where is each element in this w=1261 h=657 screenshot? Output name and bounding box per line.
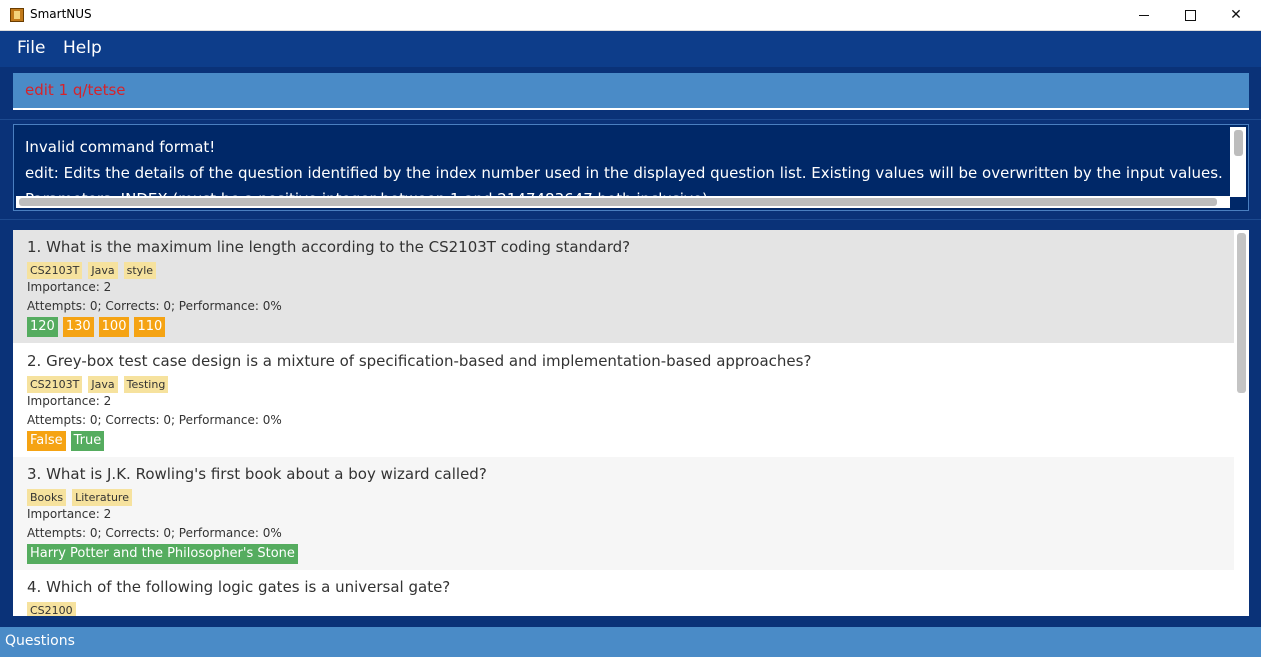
option-list: False True bbox=[27, 431, 105, 451]
importance-label: Importance: 2 bbox=[27, 507, 112, 521]
question-title: 3. What is J.K. Rowling's first book abo… bbox=[27, 465, 487, 483]
question-title: 2. Grey-box test case design is a mixtur… bbox=[27, 352, 812, 370]
result-line-2: edit: Edits the details of the question … bbox=[25, 164, 1223, 182]
result-line-1: Invalid command format! bbox=[25, 138, 216, 156]
window-title: SmartNUS bbox=[30, 7, 92, 21]
option-correct: 120 bbox=[27, 317, 58, 337]
tag: Testing bbox=[123, 376, 169, 393]
question-card[interactable]: 1. What is the maximum line length accor… bbox=[13, 230, 1234, 343]
divider bbox=[0, 119, 1261, 120]
stats-label: Attempts: 0; Corrects: 0; Performance: 0… bbox=[27, 413, 282, 427]
result-vertical-scrollbar[interactable] bbox=[1230, 127, 1246, 197]
question-card[interactable]: 4. Which of the following logic gates is… bbox=[13, 570, 1234, 616]
close-icon: ✕ bbox=[1230, 7, 1242, 23]
option-list: 120 130 100 110 bbox=[27, 317, 166, 337]
option-wrong: 130 bbox=[62, 317, 94, 337]
tag-list: CS2103T Java style bbox=[27, 262, 157, 279]
tag: style bbox=[123, 262, 157, 279]
option-wrong: False bbox=[27, 431, 66, 451]
importance-label: Importance: 2 bbox=[27, 280, 112, 294]
tag: Literature bbox=[72, 489, 132, 506]
option-correct: Harry Potter and the Philosopher's Stone bbox=[27, 544, 298, 564]
window-title-bar: SmartNUS ✕ bbox=[0, 0, 1261, 31]
status-text: Questions bbox=[5, 633, 75, 649]
stats-label: Attempts: 0; Corrects: 0; Performance: 0… bbox=[27, 526, 282, 540]
tag: CS2103T bbox=[27, 262, 83, 279]
divider bbox=[0, 219, 1261, 220]
scroll-thumb[interactable] bbox=[1237, 233, 1246, 393]
question-card[interactable]: 3. What is J.K. Rowling's first book abo… bbox=[13, 457, 1234, 570]
scroll-thumb[interactable] bbox=[1234, 130, 1243, 156]
result-display: Invalid command format! edit: Edits the … bbox=[13, 124, 1249, 211]
question-card[interactable]: 2. Grey-box test case design is a mixtur… bbox=[13, 344, 1234, 457]
app-icon bbox=[10, 8, 24, 22]
menu-file[interactable]: File bbox=[17, 38, 45, 58]
option-wrong: 110 bbox=[134, 317, 166, 337]
command-input[interactable] bbox=[25, 81, 1225, 99]
result-horizontal-scrollbar[interactable] bbox=[16, 196, 1230, 208]
question-title: 4. Which of the following logic gates is… bbox=[27, 578, 451, 596]
maximize-button[interactable] bbox=[1167, 0, 1213, 30]
option-correct: True bbox=[70, 431, 105, 451]
menu-bar: File Help bbox=[0, 31, 1261, 67]
tag: CS2100 bbox=[27, 602, 76, 616]
option-list: Harry Potter and the Philosopher's Stone bbox=[27, 544, 298, 564]
maximize-icon bbox=[1184, 9, 1196, 21]
tag: CS2103T bbox=[27, 376, 83, 393]
status-bar: Questions bbox=[0, 627, 1261, 657]
tag: Java bbox=[88, 376, 118, 393]
option-wrong: 100 bbox=[98, 317, 130, 337]
tag: Java bbox=[88, 262, 118, 279]
close-button[interactable]: ✕ bbox=[1213, 0, 1259, 30]
question-list: 1. What is the maximum line length accor… bbox=[13, 230, 1249, 616]
tag-list: CS2103T Java Testing bbox=[27, 376, 169, 393]
importance-label: Importance: 2 bbox=[27, 394, 112, 408]
minimize-button[interactable] bbox=[1121, 0, 1167, 30]
tag: Books bbox=[27, 489, 67, 506]
menu-help[interactable]: Help bbox=[63, 38, 102, 58]
tag-list: Books Literature bbox=[27, 489, 132, 506]
list-vertical-scrollbar[interactable] bbox=[1234, 230, 1249, 616]
scroll-thumb[interactable] bbox=[19, 198, 1217, 206]
command-box[interactable] bbox=[13, 73, 1249, 110]
question-title: 1. What is the maximum line length accor… bbox=[27, 238, 631, 256]
minimize-icon bbox=[1139, 14, 1149, 16]
stats-label: Attempts: 0; Corrects: 0; Performance: 0… bbox=[27, 299, 282, 313]
tag-list: CS2100 bbox=[27, 602, 76, 616]
